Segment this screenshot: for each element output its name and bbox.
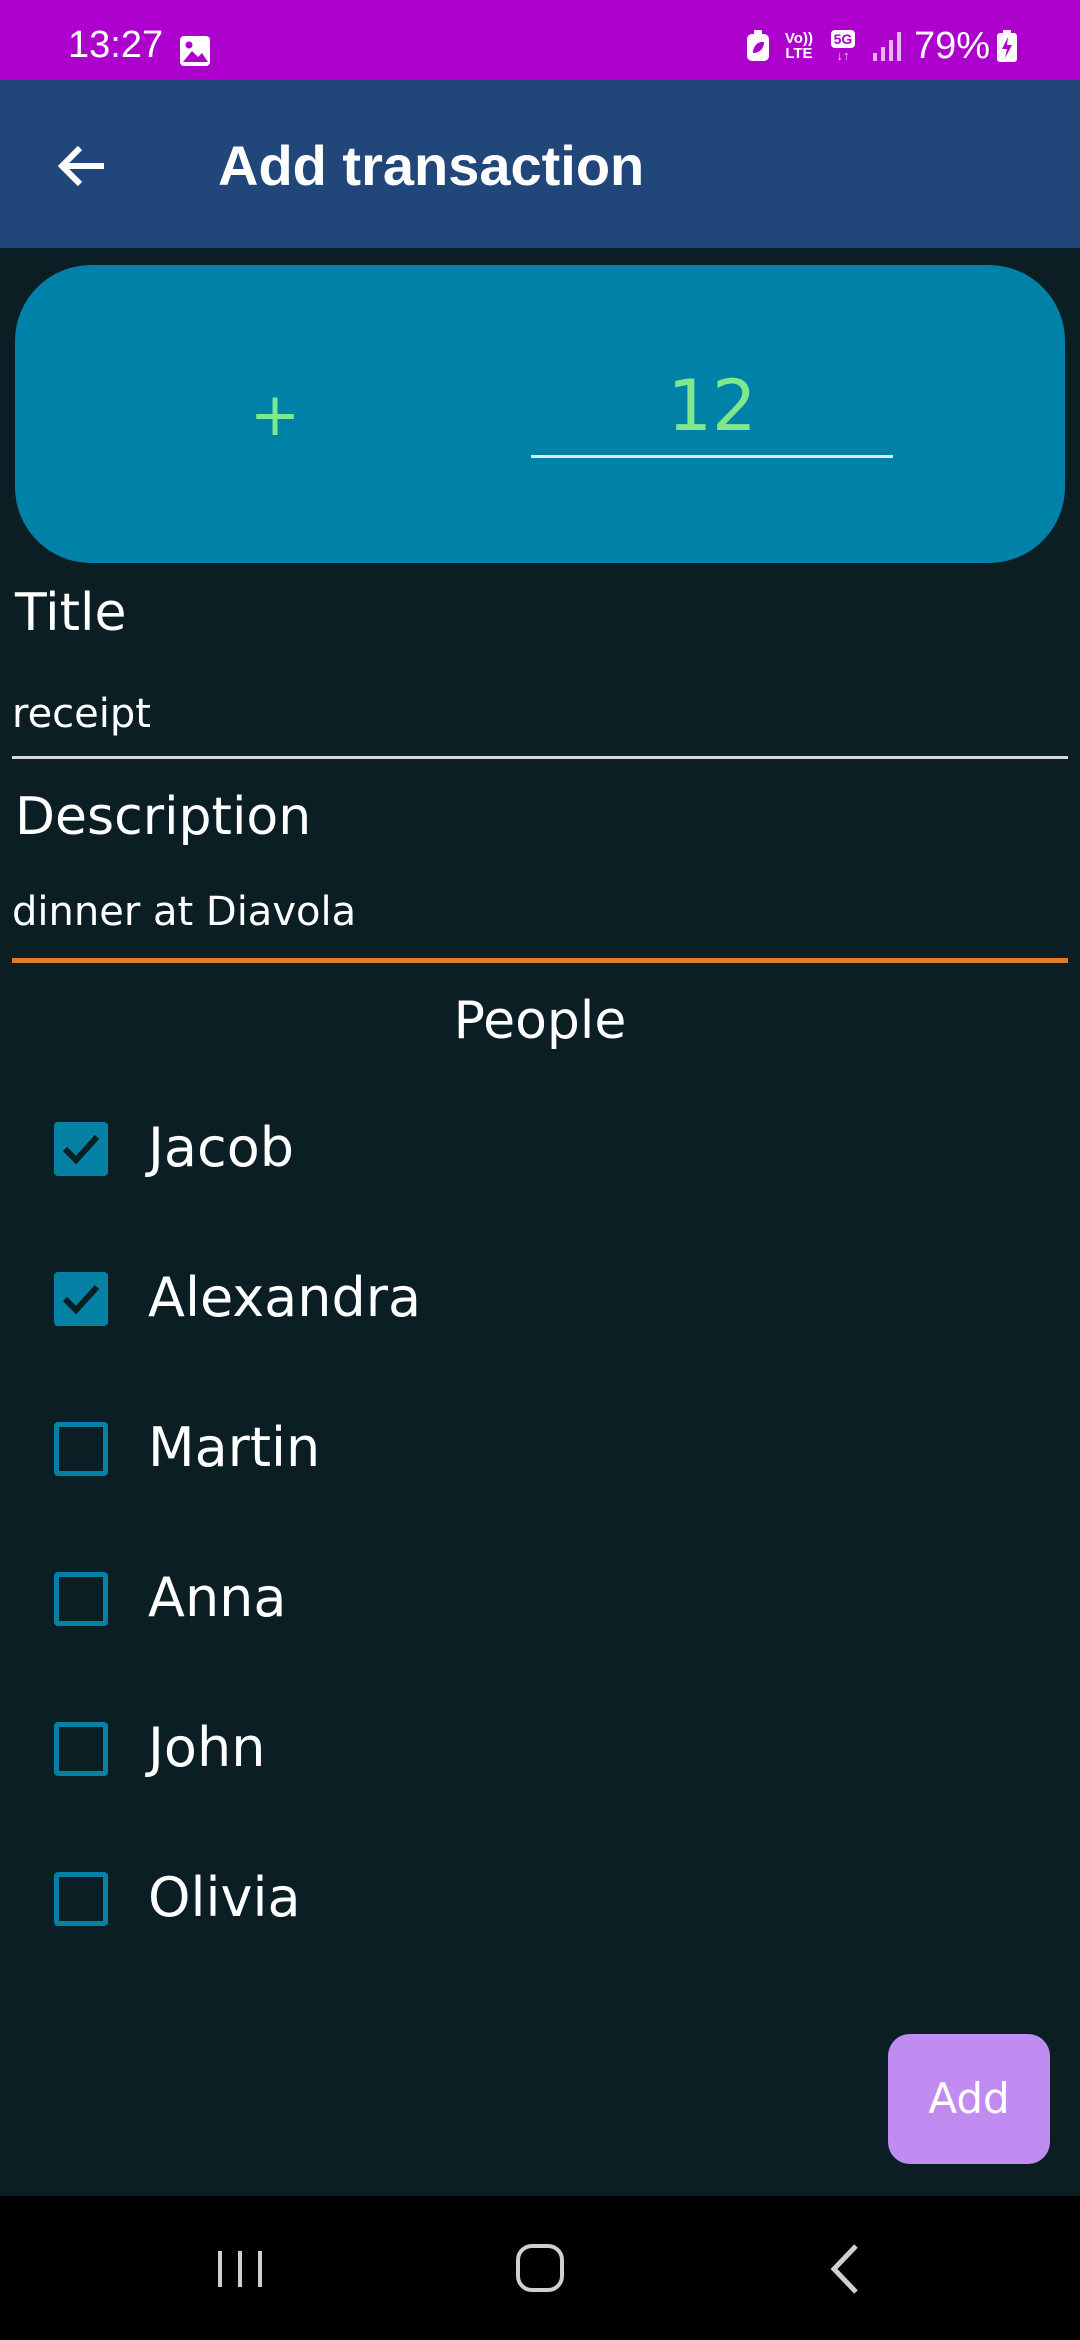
status-time: 13:27 bbox=[68, 24, 164, 66]
check-icon bbox=[62, 1284, 100, 1315]
recents-icon[interactable] bbox=[200, 2234, 280, 2304]
checkbox-checked[interactable] bbox=[54, 1122, 108, 1176]
checkbox-unchecked[interactable] bbox=[54, 1872, 108, 1926]
volte-icon: Vo)) LTE bbox=[782, 31, 816, 61]
sign-toggle-button[interactable]: + bbox=[237, 373, 313, 457]
person-name: Olivia bbox=[148, 1866, 301, 1929]
home-icon[interactable] bbox=[500, 2234, 580, 2304]
battery-saver-icon bbox=[746, 30, 769, 61]
lte-label: LTE bbox=[785, 45, 813, 62]
person-name: Jacob bbox=[148, 1116, 295, 1179]
gallery-icon bbox=[180, 36, 210, 66]
back-button[interactable] bbox=[40, 124, 124, 208]
person-name: John bbox=[148, 1716, 266, 1779]
arrow-left-icon bbox=[57, 145, 104, 187]
5g-icon: 5G ↓↑ bbox=[826, 29, 860, 63]
back-icon[interactable] bbox=[804, 2234, 884, 2304]
amount-card: + 12 bbox=[15, 265, 1065, 563]
app-bar: Add transaction bbox=[0, 80, 1080, 248]
battery-percent: 79% bbox=[913, 25, 990, 67]
person-row-john[interactable]: John bbox=[0, 1694, 1080, 1804]
amount-input[interactable]: 12 bbox=[531, 357, 893, 458]
person-name: Anna bbox=[148, 1566, 287, 1629]
page-title: Add transaction bbox=[218, 134, 645, 197]
description-input[interactable]: dinner at Diavola bbox=[12, 888, 1068, 936]
person-row-anna[interactable]: Anna bbox=[0, 1544, 1080, 1654]
checkbox-unchecked[interactable] bbox=[54, 1572, 108, 1626]
status-bar: 13:27 Vo)) LTE 5G ↓↑ 79% bbox=[0, 0, 1080, 80]
status-icons: Vo)) LTE 5G ↓↑ 79% bbox=[734, 24, 1018, 68]
person-row-olivia[interactable]: Olivia bbox=[0, 1844, 1080, 1954]
check-icon bbox=[62, 1134, 100, 1165]
description-underline bbox=[12, 958, 1068, 963]
person-row-alexandra[interactable]: Alexandra bbox=[0, 1244, 1080, 1354]
person-name: Alexandra bbox=[148, 1266, 422, 1329]
title-input[interactable]: receipt bbox=[12, 690, 1068, 738]
person-row-jacob[interactable]: Jacob bbox=[0, 1094, 1080, 1204]
battery-charging-icon bbox=[997, 30, 1017, 62]
navigation-bar bbox=[0, 2196, 1080, 2340]
signal-icon bbox=[872, 32, 901, 61]
checkbox-unchecked[interactable] bbox=[54, 1422, 108, 1476]
checkbox-checked[interactable] bbox=[54, 1272, 108, 1326]
people-heading: People bbox=[453, 991, 627, 1051]
network-type-label: 5G bbox=[830, 29, 856, 48]
checkbox-unchecked[interactable] bbox=[54, 1722, 108, 1776]
person-row-martin[interactable]: Martin bbox=[0, 1394, 1080, 1504]
network-activity-arrows: ↓↑ bbox=[836, 47, 850, 63]
description-label: Description bbox=[15, 787, 312, 847]
title-label: Title bbox=[15, 583, 127, 643]
title-underline bbox=[12, 756, 1068, 759]
volte-label: Vo)) bbox=[784, 30, 813, 47]
add-button[interactable]: Add bbox=[888, 2034, 1050, 2164]
person-name: Martin bbox=[148, 1416, 321, 1479]
